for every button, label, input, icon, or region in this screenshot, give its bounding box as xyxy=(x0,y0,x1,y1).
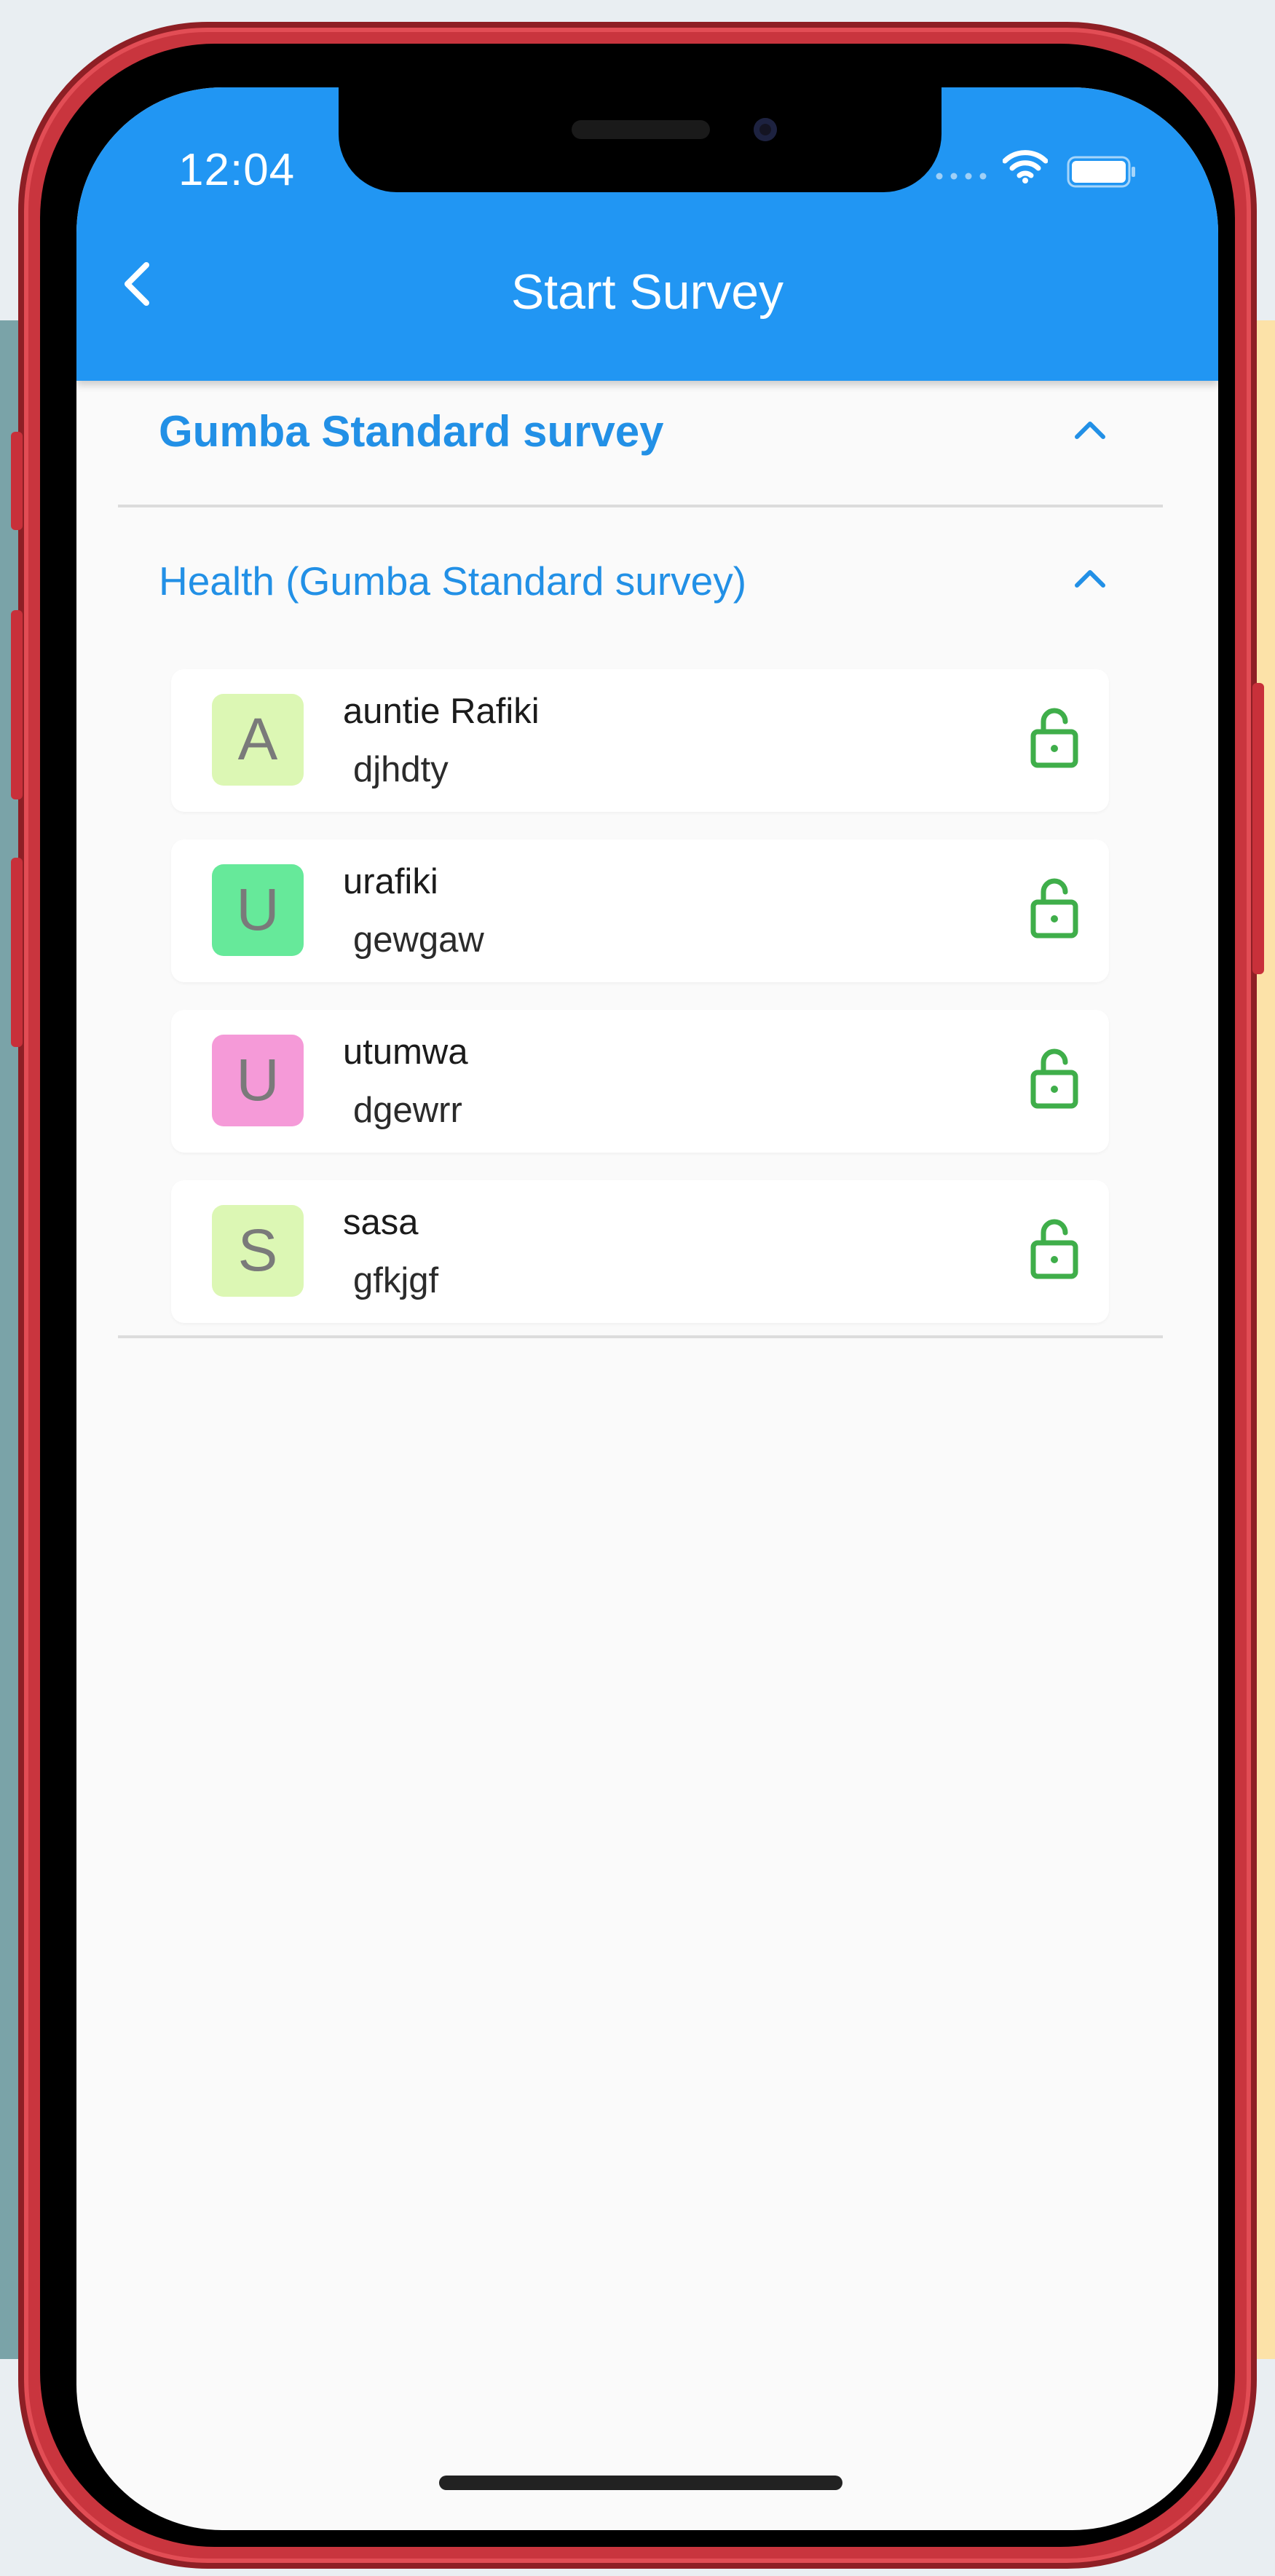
speaker-grille xyxy=(572,120,710,139)
home-indicator[interactable] xyxy=(439,2476,842,2490)
lock-open-icon[interactable] xyxy=(1029,876,1080,939)
lock-open-icon[interactable] xyxy=(1029,706,1080,768)
member-code: gewgaw xyxy=(353,920,484,960)
member-name: auntie Rafiki xyxy=(343,692,540,731)
member-name: urafiki xyxy=(343,862,438,901)
section-title: Health (Gumba Standard survey) xyxy=(159,558,747,604)
lock-open-icon[interactable] xyxy=(1029,1046,1080,1109)
status-time: 12:04 xyxy=(178,145,296,195)
chevron-up-icon[interactable] xyxy=(1068,564,1112,593)
phone-screen: 12:04 Start Survey Gumba Standard survey… xyxy=(76,87,1218,2530)
list-item[interactable]: A auntie Rafiki djhdty xyxy=(171,669,1109,812)
avatar: S xyxy=(212,1205,304,1297)
avatar: A xyxy=(212,694,304,786)
battery-full-icon xyxy=(1067,156,1135,188)
list-item[interactable]: S sasa gfkjgf xyxy=(171,1180,1109,1323)
page-title: Start Survey xyxy=(510,264,784,320)
volume-up-button xyxy=(11,610,23,799)
avatar: U xyxy=(212,1035,304,1126)
wifi-icon xyxy=(1003,150,1048,183)
action-button xyxy=(11,432,23,530)
app-bar: 12:04 Start Survey xyxy=(76,87,1218,381)
front-camera xyxy=(754,118,777,141)
member-name: utumwa xyxy=(343,1032,468,1072)
cellular-signal-icon xyxy=(936,173,987,180)
list-item[interactable]: U urafiki gewgaw xyxy=(171,839,1109,982)
chevron-up-icon[interactable] xyxy=(1068,415,1112,444)
member-code: dgewrr xyxy=(353,1091,462,1130)
member-code: gfkjgf xyxy=(353,1261,439,1300)
list-item[interactable]: U utumwa dgewrr xyxy=(171,1010,1109,1153)
member-code: djhdty xyxy=(353,750,449,789)
divider-bottom xyxy=(118,1335,1163,1338)
power-button xyxy=(1252,683,1264,974)
survey-title: Gumba Standard survey xyxy=(159,407,664,456)
lock-open-icon[interactable] xyxy=(1029,1217,1080,1279)
member-name: sasa xyxy=(343,1203,419,1242)
notch xyxy=(339,87,942,192)
avatar: U xyxy=(212,864,304,956)
volume-down-button xyxy=(11,858,23,1047)
